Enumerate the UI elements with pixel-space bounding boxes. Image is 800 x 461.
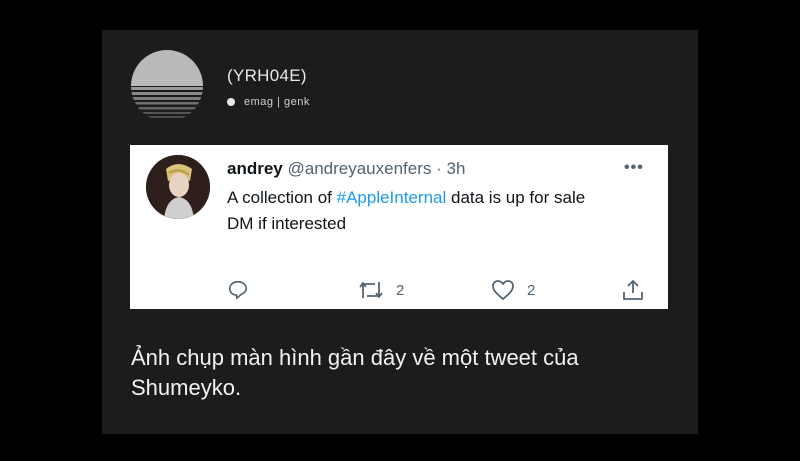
- source-subtitle: emag | genk: [227, 96, 310, 108]
- source-name: (YRH04E): [227, 66, 307, 85]
- tweet-text-prefix: A collection of: [227, 188, 337, 207]
- share-icon: [623, 280, 643, 300]
- tweet-card: andrey @andreyauxenfers · 3h ••• A colle…: [130, 145, 668, 309]
- avatar[interactable]: [146, 155, 210, 219]
- tweet-text: A collection of #AppleInternal data is u…: [227, 185, 647, 237]
- retweet-count: 2: [396, 281, 405, 299]
- share-button[interactable]: [622, 279, 644, 301]
- tweet-actions: 2 2: [130, 279, 668, 305]
- retweet-button[interactable]: 2: [358, 279, 404, 301]
- heart-icon: [492, 280, 514, 300]
- retweet-icon: [359, 282, 383, 298]
- source-subtitle-text: emag | genk: [244, 96, 310, 108]
- like-button[interactable]: 2: [491, 279, 535, 301]
- tweet-text-line2: DM if interested: [227, 214, 347, 233]
- display-name[interactable]: andrey: [227, 159, 283, 178]
- user-handle[interactable]: @andreyauxenfers: [287, 159, 431, 178]
- tweet-header: andrey @andreyauxenfers · 3h: [227, 159, 465, 179]
- site-logo: [131, 50, 203, 118]
- image-caption: Ảnh chụp màn hình gần đây về một tweet c…: [131, 345, 579, 400]
- more-options-icon[interactable]: •••: [624, 159, 644, 177]
- hashtag-link[interactable]: #AppleInternal: [337, 188, 447, 207]
- tweet-time[interactable]: 3h: [447, 159, 466, 178]
- bullet-icon: [227, 98, 235, 106]
- reply-button[interactable]: [227, 279, 249, 301]
- separator: ·: [436, 159, 442, 178]
- like-count: 2: [527, 281, 536, 299]
- reply-icon: [228, 280, 248, 300]
- tweet-text-suffix: data is up for sale: [446, 188, 586, 207]
